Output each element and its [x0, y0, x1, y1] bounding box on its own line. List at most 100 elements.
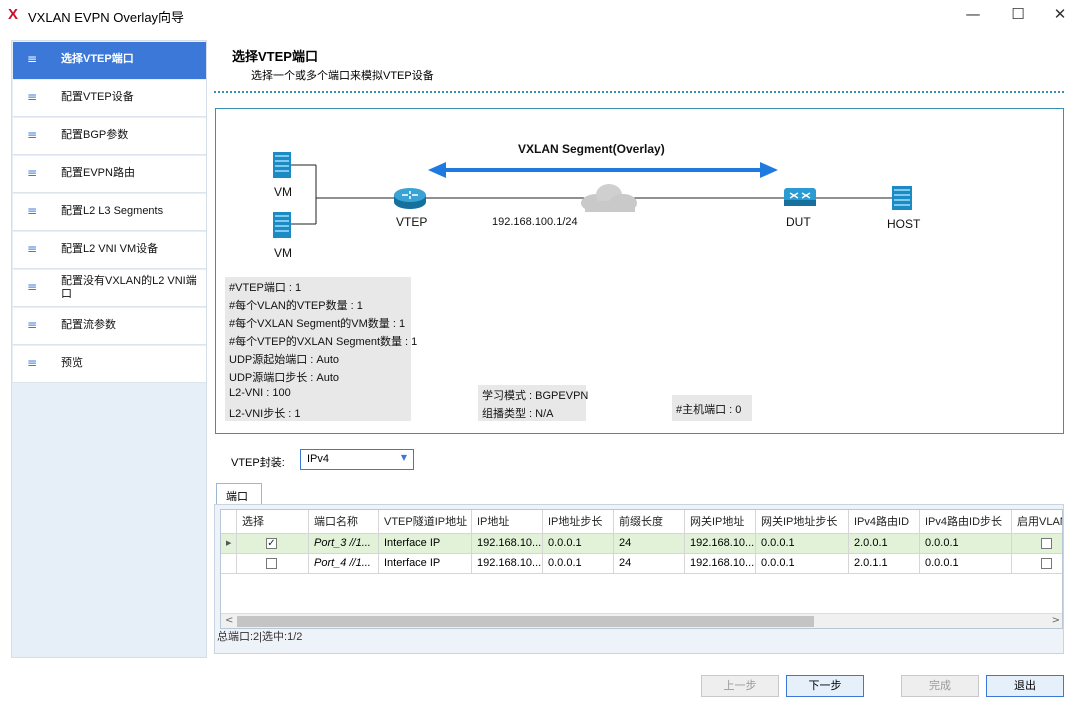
host-summary: #主机端口 : 0	[672, 395, 752, 421]
table-header[interactable]: 端口名称	[309, 510, 379, 534]
page-subtitle: 选择一个或多个端口来模拟VTEP设备	[251, 70, 434, 82]
menu-icon: ≡	[27, 356, 38, 370]
gateway-cell[interactable]: 192.168.10...	[685, 554, 756, 574]
scroll-thumb[interactable]	[237, 616, 814, 627]
title-bar: X VXLAN EVPN Overlay向导 — ☐ ✕	[0, 0, 1080, 30]
vtep-ip-cell[interactable]: Interface IP	[379, 534, 472, 554]
double-arrow-icon	[428, 162, 778, 178]
port-summary: 总端口:2|选中:1/2	[217, 631, 303, 643]
table-header[interactable]: 网关IP地址	[685, 510, 756, 534]
prev-button[interactable]: 上一步	[701, 675, 779, 697]
ip-cell[interactable]: 192.168.10...	[472, 534, 543, 554]
summary-line: #VTEP端口 : 1	[229, 282, 302, 294]
menu-icon: ≡	[27, 166, 38, 180]
summary-line: L2-VNI步长 : 1	[229, 408, 301, 420]
table-header[interactable]: 前缀长度	[614, 510, 685, 534]
vlan-checkbox[interactable]	[1041, 558, 1052, 569]
ip-cell[interactable]: 192.168.10...	[472, 554, 543, 574]
row-pointer-icon: ▶	[226, 540, 232, 547]
router-id-step-cell[interactable]: 0.0.0.1	[920, 534, 1012, 554]
summary-line: #每个VXLAN Segment的VM数量 : 1	[229, 318, 406, 330]
gateway-cell[interactable]: 192.168.10...	[685, 534, 756, 554]
router-id-step-cell[interactable]: 0.0.0.1	[920, 554, 1012, 574]
summary-line: UDP源起始端口 : Auto	[229, 354, 340, 366]
exit-button[interactable]: 退出	[986, 675, 1064, 697]
horizontal-scrollbar[interactable]: < >	[221, 613, 1062, 628]
router-icon	[394, 188, 426, 209]
sidebar-item-configure-evpn-routes[interactable]: ≡ 配置EVPN路由	[13, 156, 206, 193]
encap-value: IPv4	[307, 453, 330, 465]
segment-label: VXLAN Segment(Overlay)	[518, 142, 665, 156]
menu-icon: ≡	[27, 204, 38, 218]
minimize-button[interactable]: —	[950, 2, 996, 28]
prefix-cell[interactable]: 24	[614, 554, 685, 574]
finish-button[interactable]: 完成	[901, 675, 979, 697]
sidebar-item-label: 配置BGP参数	[61, 129, 129, 141]
vtep-label: VTEP	[396, 215, 428, 229]
ip-step-cell[interactable]: 0.0.0.1	[543, 534, 614, 554]
scroll-left-icon[interactable]: <	[225, 615, 233, 626]
row-checkbox[interactable]	[266, 558, 277, 569]
row-checkbox[interactable]: ✓	[266, 538, 277, 549]
row-header[interactable]: ▶	[221, 534, 237, 554]
close-button[interactable]: ✕	[1037, 2, 1080, 28]
sidebar-item-configure-l2-vni-vm[interactable]: ≡ 配置L2 VNI VM设备	[13, 232, 206, 269]
gateway-step-cell[interactable]: 0.0.0.1	[756, 534, 849, 554]
vtep-ip-cell[interactable]: Interface IP	[379, 554, 472, 574]
table-header[interactable]: 网关IP地址步长	[756, 510, 849, 534]
host-server-icon	[892, 186, 912, 210]
encap-select[interactable]: IPv4 ▼	[300, 449, 414, 470]
app-logo-icon: X	[8, 6, 19, 23]
sidebar-item-configure-vtep-device[interactable]: ≡ 配置VTEP设备	[13, 80, 206, 117]
gateway-step-cell[interactable]: 0.0.0.1	[756, 554, 849, 574]
maximize-button[interactable]: ☐	[995, 2, 1041, 28]
ip-step-cell[interactable]: 0.0.0.1	[543, 554, 614, 574]
router-id-cell[interactable]: 2.0.0.1	[849, 534, 920, 554]
ports-panel: 选择 端口名称 VTEP隧道IP地址 IP地址 IP地址步长 前缀长度 网关IP…	[214, 504, 1064, 654]
sidebar-item-select-vtep-ports[interactable]: ≡ 选择VTEP端口	[13, 42, 206, 79]
tab-ports[interactable]: 端口	[216, 483, 262, 505]
menu-icon: ≡	[27, 90, 38, 104]
vlan-cell[interactable]	[1012, 534, 1062, 554]
cloud-icon	[581, 184, 637, 212]
vlan-cell[interactable]	[1012, 554, 1062, 574]
table-header[interactable]: 选择	[237, 510, 309, 534]
table-header[interactable]: 启用VLAN	[1012, 510, 1062, 534]
sidebar-item-configure-segments[interactable]: ≡ 配置L2 L3 Segments	[13, 194, 206, 231]
table-header[interactable]: IPv4路由ID	[849, 510, 920, 534]
menu-icon: ≡	[27, 52, 38, 66]
sidebar-item-label: 选择VTEP端口	[61, 53, 134, 65]
row-header[interactable]	[221, 554, 237, 574]
table-header[interactable]: IP地址步长	[543, 510, 614, 534]
ip-label: 192.168.100.1/24	[492, 216, 578, 228]
prefix-cell[interactable]: 24	[614, 534, 685, 554]
table-header[interactable]: VTEP隧道IP地址	[379, 510, 472, 534]
sidebar-item-configure-l2-vni-ports[interactable]: ≡ 配置没有VXLAN的L2 VNI端口	[13, 270, 206, 307]
scroll-right-icon[interactable]: >	[1052, 615, 1060, 626]
host-ports: #主机端口 : 0	[676, 404, 742, 416]
select-cell[interactable]: ✓	[237, 534, 309, 554]
table-header[interactable]: IPv4路由ID步长	[920, 510, 1012, 534]
next-button[interactable]: 下一步	[786, 675, 864, 697]
vm-label: VM	[274, 185, 292, 199]
divider	[214, 91, 1064, 93]
menu-icon: ≡	[27, 318, 38, 332]
router-id-cell[interactable]: 2.0.1.1	[849, 554, 920, 574]
port-name-cell[interactable]: Port_4 //1...	[309, 554, 379, 574]
table-header[interactable]: IP地址	[472, 510, 543, 534]
sidebar-item-configure-bgp[interactable]: ≡ 配置BGP参数	[13, 118, 206, 155]
sidebar-item-label: 配置没有VXLAN的L2 VNI端口	[61, 275, 197, 300]
port-name-cell[interactable]: Port_3 //1...	[309, 534, 379, 554]
sidebar-item-configure-streams[interactable]: ≡ 配置流参数	[13, 308, 206, 345]
vlan-checkbox[interactable]	[1041, 538, 1052, 549]
learn-mode: 学习模式 : BGPEVPN	[482, 390, 589, 402]
summary-line: UDP源端口步长 : Auto	[229, 372, 340, 384]
wizard-step-sidebar: ≡ 选择VTEP端口 ≡ 配置VTEP设备 ≡ 配置BGP参数 ≡ 配置EVPN…	[11, 40, 207, 658]
sidebar-item-preview[interactable]: ≡ 预览	[13, 346, 206, 383]
sidebar-item-label: 配置VTEP设备	[61, 91, 134, 103]
chevron-down-icon: ▼	[400, 453, 407, 462]
vm-server-icon	[273, 152, 291, 178]
menu-icon: ≡	[27, 242, 38, 256]
summary-line: #每个VTEP的VXLAN Segment数量 : 1	[229, 336, 418, 348]
select-cell[interactable]	[237, 554, 309, 574]
